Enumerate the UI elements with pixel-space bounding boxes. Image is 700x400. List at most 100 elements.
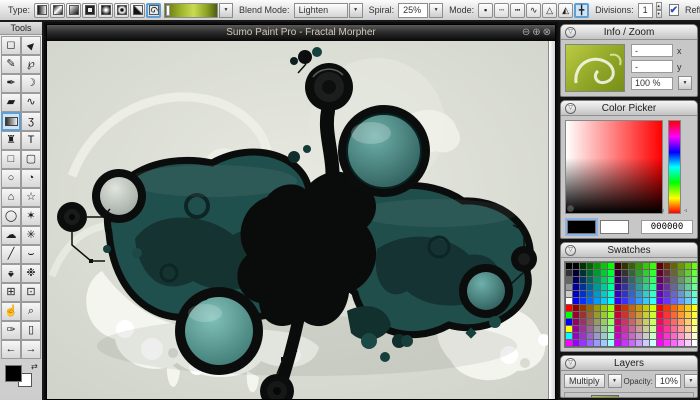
swatch[interactable] bbox=[671, 270, 677, 276]
swatch[interactable] bbox=[643, 298, 649, 304]
swatch[interactable] bbox=[643, 305, 649, 311]
gradient-preview-swatch[interactable] bbox=[164, 2, 219, 18]
swatch[interactable] bbox=[664, 298, 670, 304]
swatch[interactable] bbox=[580, 333, 586, 339]
swatch[interactable] bbox=[587, 270, 593, 276]
swatch[interactable] bbox=[692, 298, 697, 304]
swatch[interactable] bbox=[580, 340, 586, 346]
swatch[interactable] bbox=[650, 291, 656, 297]
swatch[interactable] bbox=[629, 312, 635, 318]
layer-blend-dropdown[interactable]: ▼ bbox=[607, 374, 622, 388]
mode-triangle-outline-button[interactable]: △ bbox=[542, 2, 558, 18]
swatch[interactable] bbox=[601, 270, 607, 276]
swatch[interactable] bbox=[608, 270, 614, 276]
swatch[interactable] bbox=[580, 298, 586, 304]
swatch[interactable] bbox=[657, 277, 663, 283]
swatch[interactable] bbox=[650, 340, 656, 346]
info-zoom-header[interactable]: ▽ Info / Zoom bbox=[561, 25, 697, 40]
minimize-icon[interactable]: ⊖ bbox=[522, 28, 530, 38]
swatch[interactable] bbox=[629, 326, 635, 332]
swatch[interactable] bbox=[678, 326, 684, 332]
mode-triangle-shaded-button[interactable]: ◭ bbox=[558, 2, 574, 18]
swatch[interactable] bbox=[587, 305, 593, 311]
hue-strip[interactable]: ◃ bbox=[668, 120, 687, 214]
swatch[interactable] bbox=[615, 270, 621, 276]
swatch[interactable] bbox=[657, 270, 663, 276]
swatch[interactable] bbox=[566, 277, 572, 283]
tool-history-forward[interactable]: → bbox=[21, 340, 41, 359]
swatch[interactable] bbox=[643, 319, 649, 325]
mode-cross-button[interactable]: ╋ bbox=[574, 2, 590, 18]
swatch[interactable] bbox=[601, 305, 607, 311]
tool-ellipse[interactable]: ○ bbox=[1, 169, 21, 188]
tool-clone-stamp[interactable]: ♜ bbox=[1, 131, 21, 150]
swatch[interactable] bbox=[650, 312, 656, 318]
swatch[interactable] bbox=[636, 298, 642, 304]
swatch[interactable] bbox=[573, 305, 579, 311]
swatch[interactable] bbox=[594, 270, 600, 276]
swatch[interactable] bbox=[650, 305, 656, 311]
swatch[interactable] bbox=[664, 326, 670, 332]
swatch[interactable] bbox=[622, 340, 628, 346]
tool-zoom[interactable]: ⌕ bbox=[21, 302, 41, 321]
swatch[interactable] bbox=[678, 291, 684, 297]
swatch[interactable] bbox=[622, 298, 628, 304]
swatch[interactable] bbox=[587, 284, 593, 290]
swatch[interactable] bbox=[671, 291, 677, 297]
swatch[interactable] bbox=[636, 305, 642, 311]
swatch[interactable] bbox=[566, 326, 572, 332]
swatch[interactable] bbox=[629, 277, 635, 283]
swatch[interactable] bbox=[573, 298, 579, 304]
swatch[interactable] bbox=[615, 333, 621, 339]
swatch[interactable] bbox=[566, 284, 572, 290]
swatch[interactable] bbox=[636, 291, 642, 297]
reflected-checkbox[interactable]: ✔ bbox=[668, 4, 679, 16]
swatch[interactable] bbox=[615, 326, 621, 332]
swap-colors-icon[interactable]: ⇄ bbox=[31, 362, 38, 371]
swatch[interactable] bbox=[664, 319, 670, 325]
swatch[interactable] bbox=[657, 298, 663, 304]
swatch[interactable] bbox=[678, 305, 684, 311]
swatch[interactable] bbox=[573, 312, 579, 318]
swatch[interactable] bbox=[580, 284, 586, 290]
swatch[interactable] bbox=[622, 319, 628, 325]
swatch[interactable] bbox=[608, 326, 614, 332]
swatch[interactable] bbox=[650, 326, 656, 332]
swatch[interactable] bbox=[622, 270, 628, 276]
swatch[interactable] bbox=[587, 312, 593, 318]
swatch[interactable] bbox=[566, 298, 572, 304]
swatch[interactable] bbox=[671, 319, 677, 325]
swatch[interactable] bbox=[608, 340, 614, 346]
tool-frame[interactable]: ⊡ bbox=[21, 283, 41, 302]
tool-eraser[interactable]: ▰ bbox=[1, 93, 21, 112]
swatch[interactable] bbox=[692, 291, 697, 297]
gradient-type-radial-ring-button[interactable] bbox=[114, 2, 130, 18]
swatch[interactable] bbox=[664, 333, 670, 339]
swatch[interactable] bbox=[594, 291, 600, 297]
swatch[interactable] bbox=[671, 284, 677, 290]
swatch[interactable] bbox=[692, 277, 697, 283]
swatch[interactable] bbox=[573, 291, 579, 297]
swatch[interactable] bbox=[573, 263, 579, 269]
swatch[interactable] bbox=[685, 319, 691, 325]
swatch[interactable] bbox=[643, 263, 649, 269]
swatch[interactable] bbox=[573, 277, 579, 283]
swatch[interactable] bbox=[678, 298, 684, 304]
swatch[interactable] bbox=[664, 270, 670, 276]
swatch[interactable] bbox=[685, 263, 691, 269]
swatch[interactable] bbox=[615, 298, 621, 304]
swatch[interactable] bbox=[629, 270, 635, 276]
swatch[interactable] bbox=[636, 319, 642, 325]
swatch[interactable] bbox=[629, 284, 635, 290]
swatch[interactable] bbox=[643, 291, 649, 297]
swatch[interactable] bbox=[580, 263, 586, 269]
swatch[interactable] bbox=[629, 305, 635, 311]
saturation-value-field[interactable]: ◃ bbox=[565, 120, 664, 214]
swatch[interactable] bbox=[580, 305, 586, 311]
swatch[interactable] bbox=[629, 319, 635, 325]
swatch[interactable] bbox=[566, 312, 572, 318]
swatch[interactable] bbox=[594, 305, 600, 311]
swatch[interactable] bbox=[692, 319, 697, 325]
swatch[interactable] bbox=[587, 319, 593, 325]
swatch[interactable] bbox=[671, 326, 677, 332]
